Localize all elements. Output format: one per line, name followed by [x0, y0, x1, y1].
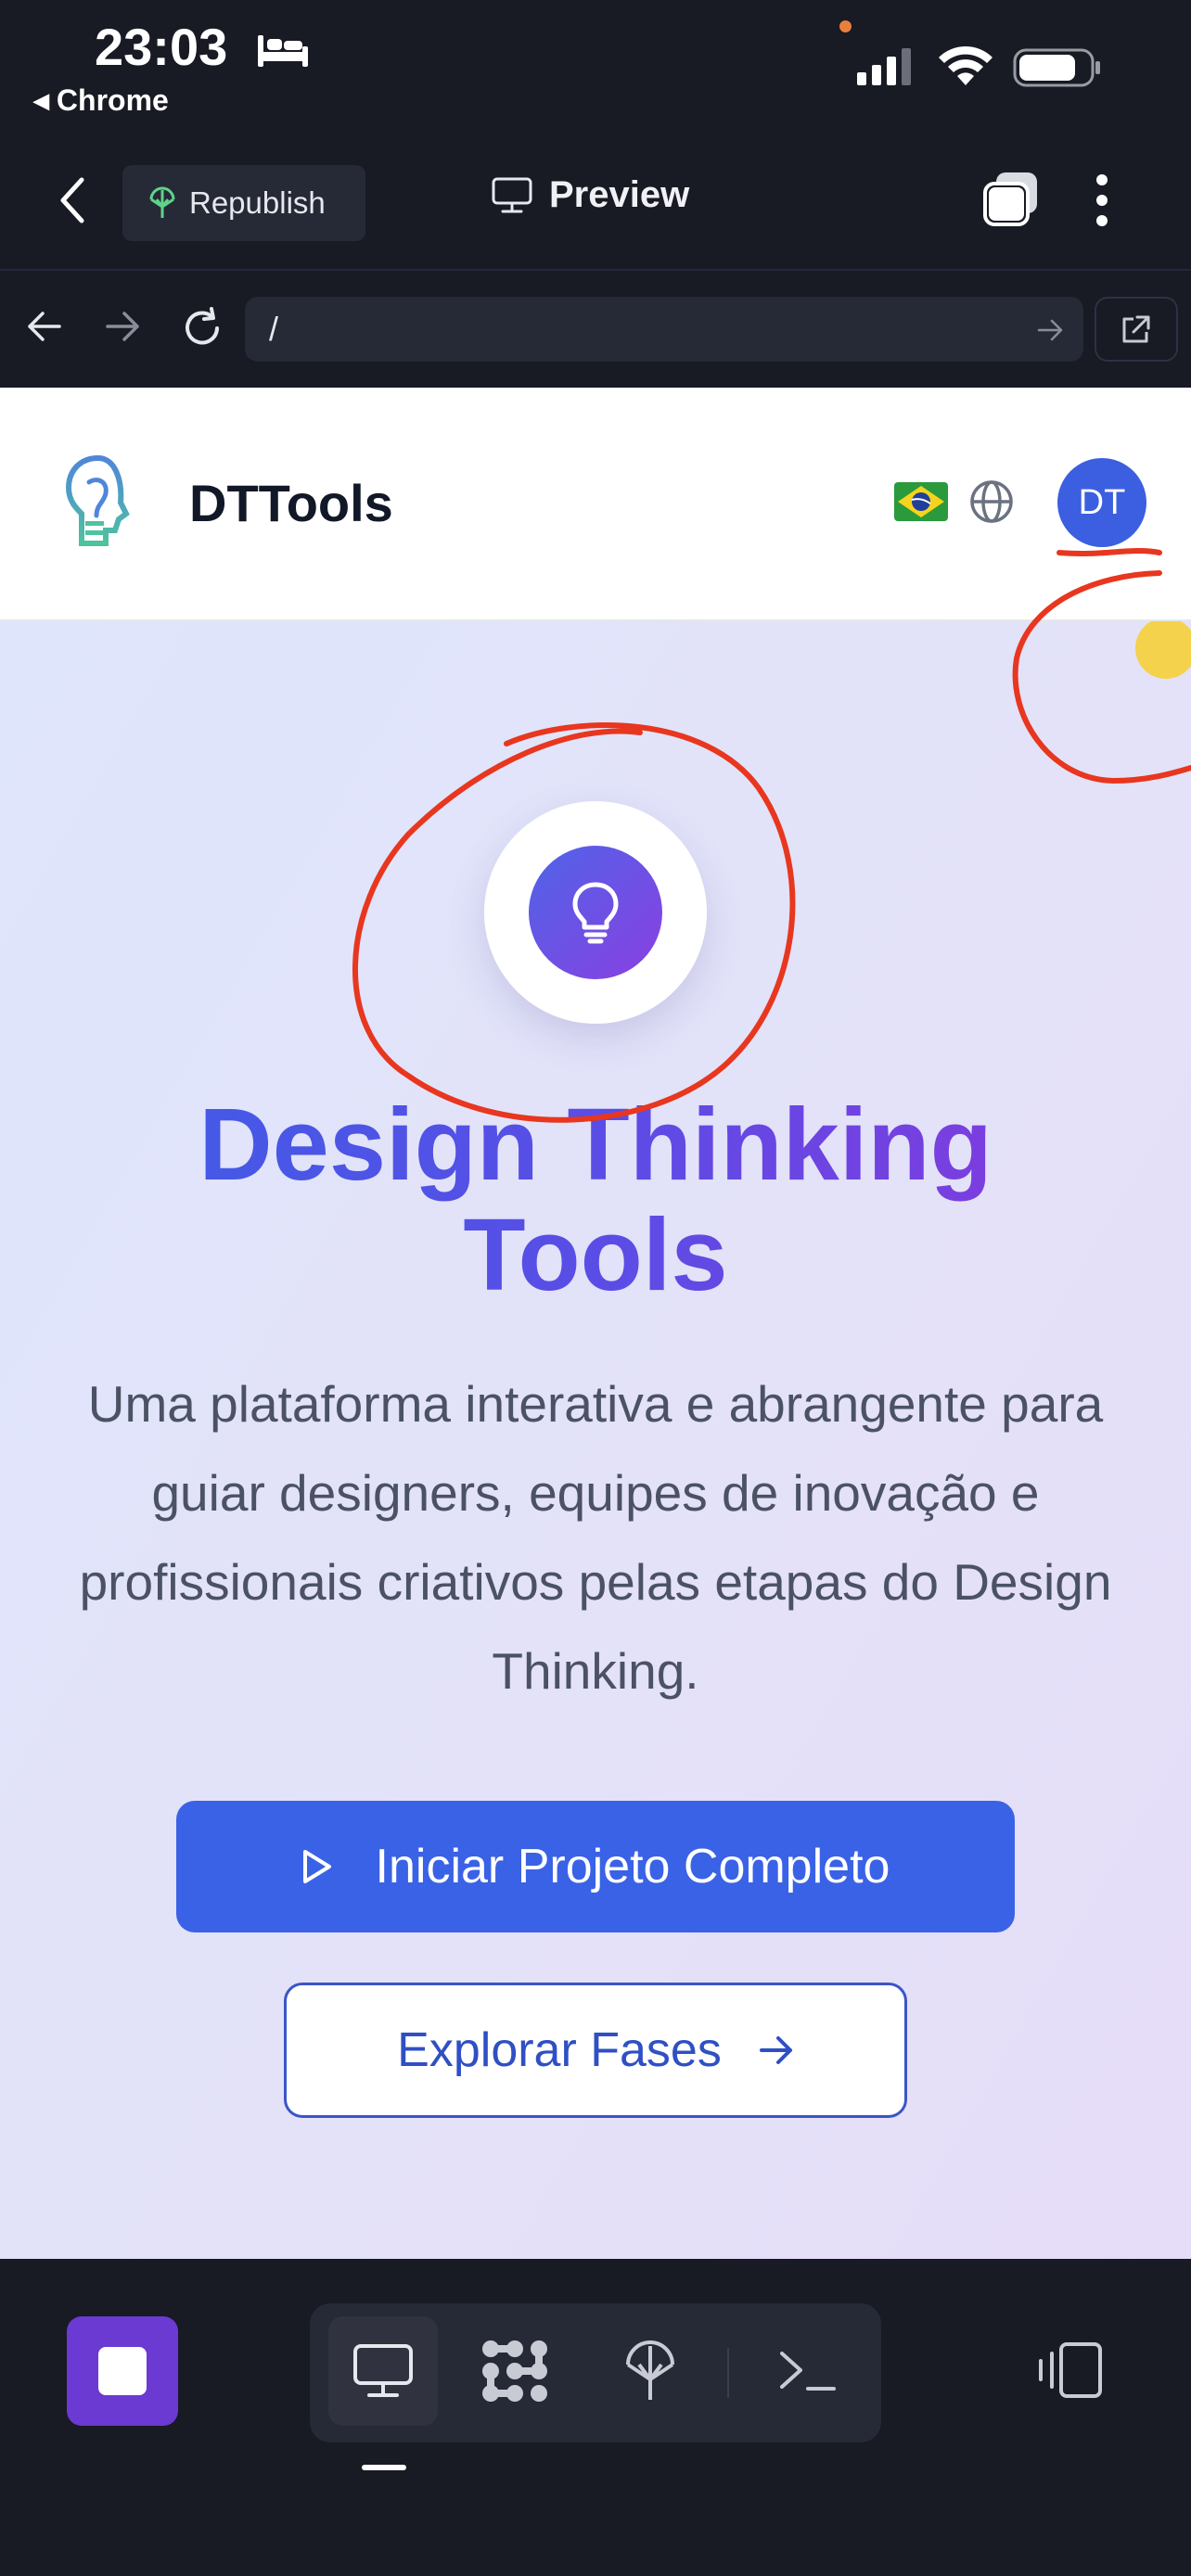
arrow-right-icon — [759, 2036, 792, 2064]
monitor-icon — [492, 177, 532, 212]
globe-icon[interactable] — [968, 478, 1015, 525]
tabs-icon[interactable] — [981, 171, 1041, 228]
device-toggle-icon[interactable] — [1035, 2340, 1106, 2400]
hero-title: Design Thinking Tools — [0, 1090, 1191, 1311]
bottom-toolbar — [0, 2259, 1191, 2576]
external-link-icon — [1122, 315, 1150, 343]
stop-button[interactable] — [67, 2316, 178, 2426]
play-icon — [302, 1850, 331, 1883]
back-to-app-link[interactable]: ◀ Chrome — [33, 83, 169, 118]
back-app-label: Chrome — [56, 83, 169, 117]
active-tab-indicator — [362, 2465, 406, 2470]
deploy-icon — [626, 2340, 674, 2400]
status-time: 23:03 — [95, 18, 228, 76]
deploy-icon — [149, 186, 175, 218]
switcher-divider — [727, 2348, 729, 2398]
tab-preview[interactable] — [328, 2316, 438, 2426]
arrow-right-icon[interactable] — [104, 308, 141, 345]
republish-label: Republish — [189, 185, 326, 220]
url-bar: / — [0, 271, 1191, 388]
hero-section: Design Thinking Tools Uma plataforma int… — [0, 621, 1191, 2259]
site-header: DTTools DT — [0, 388, 1191, 621]
tab-console[interactable] — [753, 2316, 863, 2426]
stop-icon — [98, 2347, 147, 2395]
tab-workflow[interactable] — [460, 2316, 570, 2426]
brazil-flag-icon[interactable] — [894, 482, 948, 521]
head-lightbulb-logo[interactable] — [61, 454, 135, 551]
hero-subtitle: Uma plataforma interativa e abrangente p… — [79, 1375, 1112, 1700]
explore-phases-label: Explorar Fases — [397, 2023, 722, 2077]
more-vertical-icon[interactable] — [1095, 172, 1109, 228]
go-arrow-icon[interactable] — [1037, 317, 1063, 343]
brand-name[interactable]: DTTools — [189, 473, 393, 533]
url-value: / — [269, 310, 279, 348]
user-avatar[interactable]: DT — [1057, 458, 1146, 547]
view-switcher — [310, 2303, 881, 2442]
hero-icon-badge — [484, 801, 707, 1024]
app-toolbar: Republish Preview — [0, 137, 1191, 271]
workflow-icon — [482, 2340, 547, 2402]
decorative-dot — [1135, 621, 1191, 679]
hero-title-line2: Tools — [463, 1197, 728, 1312]
open-external-button[interactable] — [1095, 297, 1178, 362]
cellular-signal-icon — [857, 48, 911, 85]
preview-tab[interactable]: Preview — [492, 174, 689, 216]
explore-phases-button[interactable]: Explorar Fases — [284, 1983, 907, 2118]
preview-label: Preview — [549, 174, 690, 215]
arrow-left-icon[interactable] — [26, 308, 63, 345]
tab-deploy[interactable] — [596, 2316, 705, 2426]
lightbulb-icon — [572, 882, 619, 944]
start-project-button[interactable]: Iniciar Projeto Completo — [176, 1801, 1015, 1932]
wifi-icon — [939, 45, 992, 85]
url-input[interactable]: / — [245, 297, 1083, 362]
republish-button[interactable]: Republish — [122, 165, 365, 241]
start-project-label: Iniciar Projeto Completo — [375, 1840, 890, 1894]
back-triangle-icon: ◀ — [33, 89, 49, 112]
hero-icon-inner — [529, 846, 662, 979]
battery-icon — [1013, 48, 1100, 87]
app-screen: 23:03 ◀ Chrome Republish Preview / DTToo… — [0, 0, 1191, 2576]
hero-title-line1: Design Thinking — [198, 1088, 992, 1202]
back-chevron-icon[interactable] — [58, 176, 87, 224]
monitor-icon — [353, 2344, 413, 2397]
privacy-indicator-dot — [839, 20, 852, 32]
terminal-icon — [780, 2352, 836, 2391]
bed-icon — [258, 35, 308, 67]
status-bar: 23:03 ◀ Chrome — [0, 0, 1191, 137]
reload-icon[interactable] — [180, 306, 224, 351]
